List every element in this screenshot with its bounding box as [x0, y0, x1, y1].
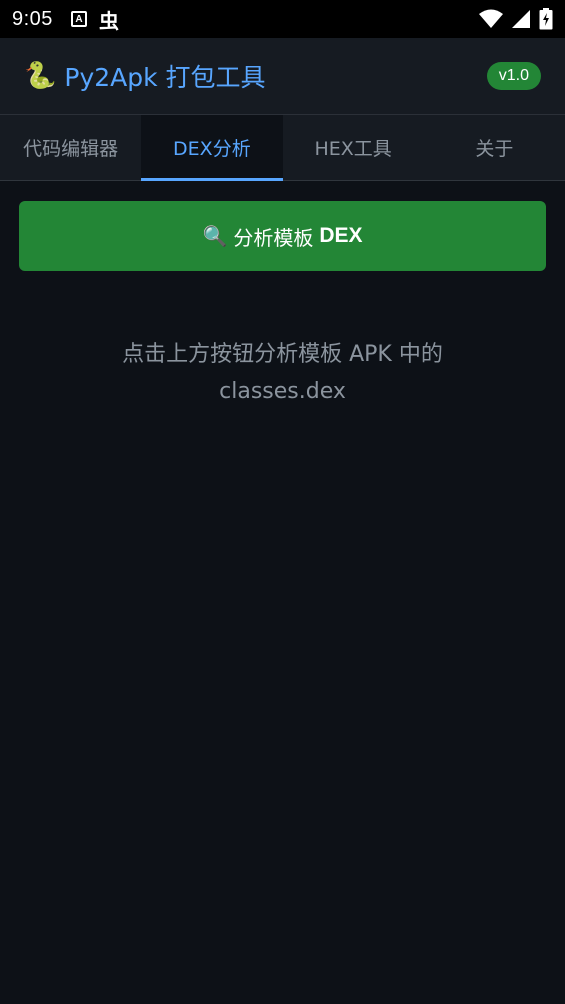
hint-line-2: classes.dex: [219, 379, 346, 404]
version-badge: v1.0: [486, 62, 541, 90]
app-bar: 🐍 Py2Apk 打包工具 v1.0: [0, 38, 565, 115]
analyze-dex-button[interactable]: 🔍 分析模板 DEX: [19, 201, 546, 271]
battery-charging-icon: [539, 8, 553, 30]
wifi-icon: [479, 9, 503, 28]
analyze-button-label: 分析模板: [233, 225, 314, 250]
magnifier-icon: 🔍: [202, 224, 228, 248]
status-icons: [479, 8, 553, 30]
notification-a-icon: A: [70, 11, 87, 27]
tab-bar: 代码编辑器 DEX分析 HEX工具 关于: [0, 115, 565, 181]
tab-hex-tool[interactable]: HEX工具: [283, 115, 424, 180]
snake-logo-icon: 🐍: [24, 61, 57, 91]
app-title: Py2Apk 打包工具: [64, 63, 266, 92]
status-time: 9:05: [12, 7, 53, 30]
analyze-button-label-bold: DEX: [319, 224, 363, 247]
signal-icon: [512, 10, 530, 28]
hint-line-1: 点击上方按钮分析模板 APK 中的: [122, 342, 443, 367]
tab-dex-analysis[interactable]: DEX分析: [141, 115, 283, 181]
status-bar: 9:05 A 虫: [0, 0, 565, 38]
tab-about[interactable]: 关于: [424, 115, 565, 180]
empty-state-hint: 点击上方按钮分析模板 APK 中的 classes.dex: [40, 336, 525, 410]
tab-code-editor[interactable]: 代码编辑器: [0, 115, 141, 180]
notification-app-icon: 虫: [98, 8, 119, 33]
